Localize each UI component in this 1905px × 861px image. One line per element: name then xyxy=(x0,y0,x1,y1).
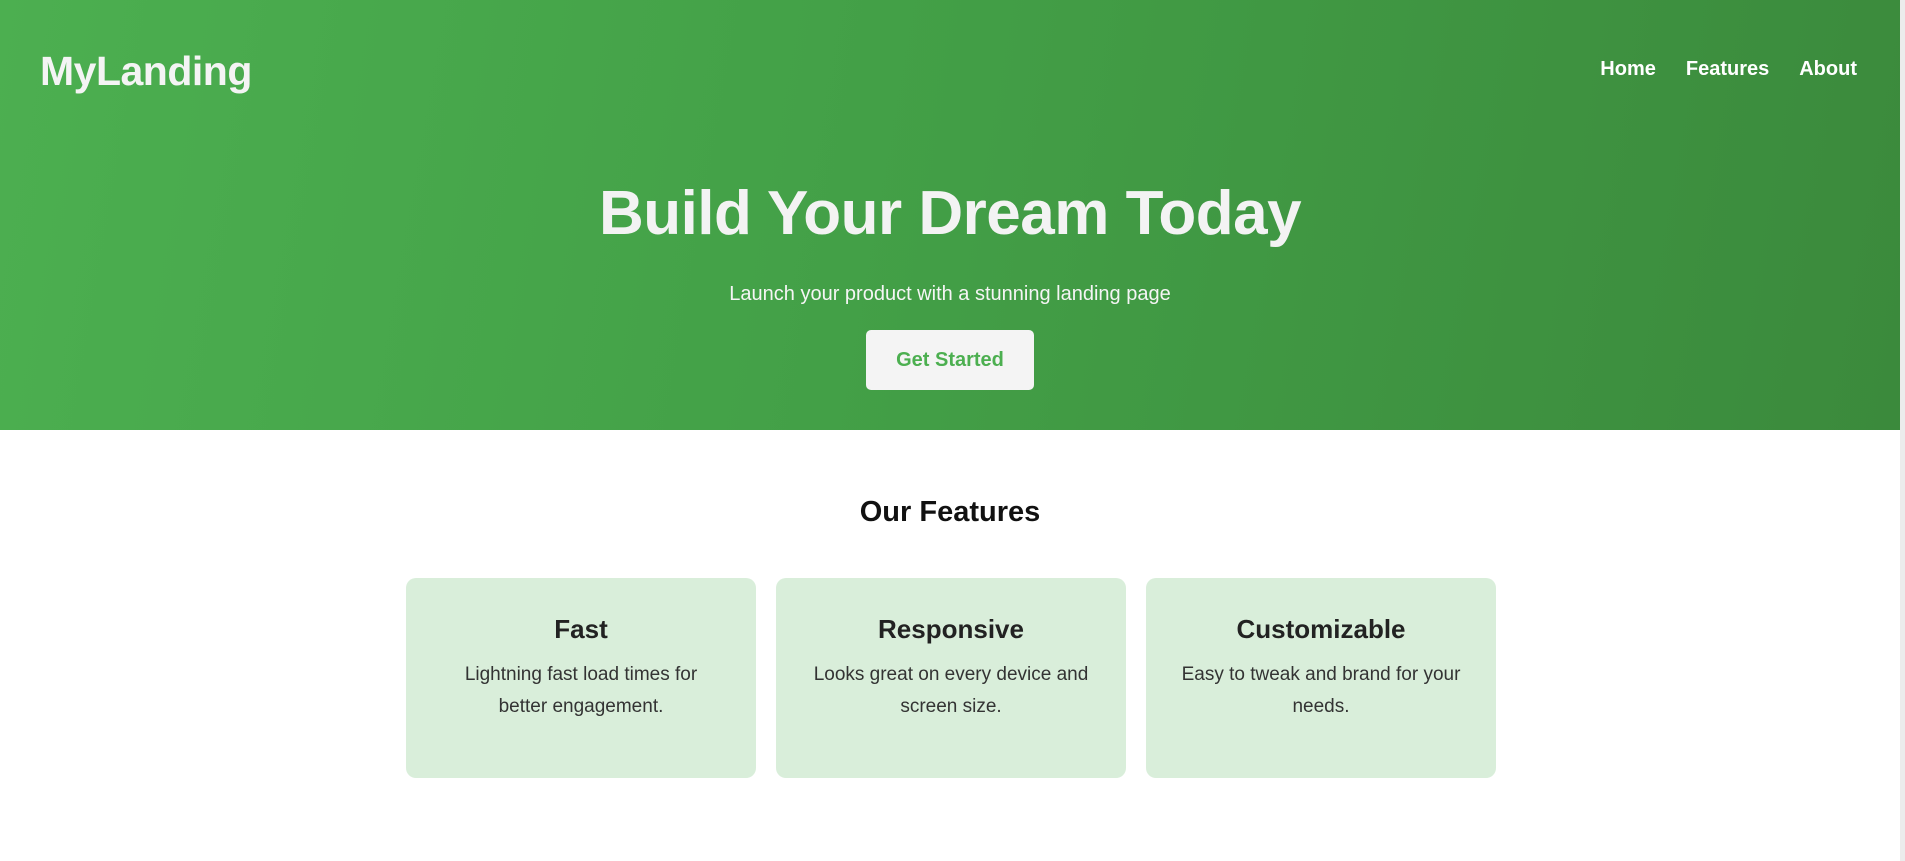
window-edge xyxy=(1900,0,1905,861)
feature-card-description: Looks great on every device and screen s… xyxy=(813,664,1089,717)
features-heading: Our Features xyxy=(859,496,1041,528)
feature-card-description: Easy to tweak and brand for your needs. xyxy=(1181,664,1461,717)
feature-card-description: Lightning fast load times for better eng… xyxy=(464,664,698,717)
nav-link-features[interactable]: Features xyxy=(1686,58,1769,81)
feature-card-title: Responsive xyxy=(878,614,1024,644)
feature-card-fast: Fast Lightning fast load times for bette… xyxy=(406,578,756,778)
hero-section: MyLanding Home Features About Build Your… xyxy=(0,0,1900,430)
feature-card-customizable: Customizable Easy to tweak and brand for… xyxy=(1146,578,1496,778)
nav-link-about[interactable]: About xyxy=(1799,58,1857,81)
get-started-button[interactable]: Get Started xyxy=(866,330,1034,390)
feature-card-responsive: Responsive Looks great on every device a… xyxy=(776,578,1126,778)
hero-subtitle: Launch your product with a stunning land… xyxy=(729,283,1171,305)
feature-card-title: Customizable xyxy=(1236,614,1406,644)
feature-card-title: Fast xyxy=(554,614,608,644)
feature-cards: Fast Lightning fast load times for bette… xyxy=(406,578,1496,778)
nav-link-home[interactable]: Home xyxy=(1600,58,1656,81)
brand-logo[interactable]: MyLanding xyxy=(40,48,252,95)
hero-title: Build Your Dream Today xyxy=(598,179,1302,248)
main-nav: Home Features About xyxy=(1600,58,1857,81)
